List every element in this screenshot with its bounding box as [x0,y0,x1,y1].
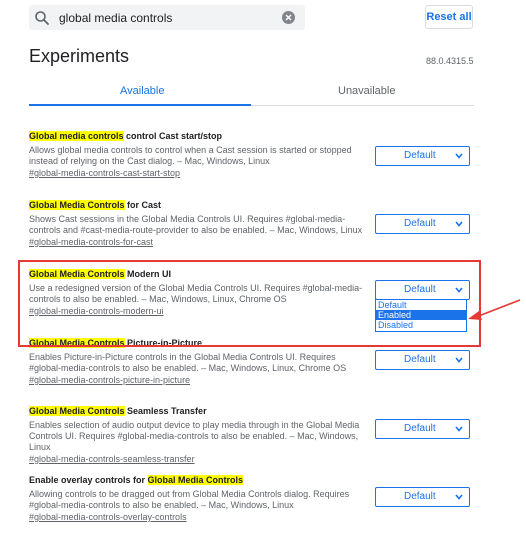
experiment-description: Allows global media controls to control … [29,145,352,166]
experiment-link[interactable]: #global-media-controls-seamless-transfer [29,454,369,465]
annotation-arrow-icon [468,299,521,320]
experiment-seamless-transfer: Global Media Controls Seamless Transfer … [29,406,369,465]
page-title: Experiments [29,46,130,66]
experiment-select-seamless-transfer[interactable]: Default [375,419,470,439]
experiment-description: Enables Picture-in-Picture controls in t… [29,352,347,373]
experiment-select-overlay-controls[interactable]: Default [375,487,470,507]
chevron-down-icon [455,221,463,227]
experiment-description: Enables selection of audio output device… [29,420,360,452]
reset-all-button[interactable]: Reset all [425,5,473,29]
experiment-link[interactable]: #global-media-controls-cast-start-stop [29,168,369,179]
experiment-link[interactable]: #global-media-controls-picture-in-pictur… [29,375,369,386]
chevron-down-icon [455,357,463,363]
experiment-title: Global Media Controls for Cast [29,200,162,210]
experiment-link[interactable]: #global-media-controls-overlay-controls [29,512,369,523]
experiment-description: Allowing controls to be dragged out from… [29,489,350,510]
active-tab-indicator [29,104,251,106]
experiment-title: Global Media Controls Seamless Transfer [29,406,207,416]
version-label: 88.0.4315.5 [426,56,474,66]
tab-available[interactable]: Available [120,85,164,97]
search-box[interactable]: global media controls [29,5,305,30]
experiment-link[interactable]: #global-media-controls-for-cast [29,237,369,248]
experiment-select-cast-start-stop[interactable]: Default [375,146,470,166]
experiment-overlay-controls: Enable overlay controls for Global Media… [29,475,369,523]
experiment-cast-start-stop: Global media controls control Cast start… [29,131,369,179]
experiment-for-cast: Global Media Controls for Cast Shows Cas… [29,200,369,248]
search-input[interactable]: global media controls [59,11,172,25]
chevron-down-icon [455,426,463,432]
experiment-select-picture-in-picture[interactable]: Default [375,350,470,370]
tab-unavailable[interactable]: Unavailable [338,85,395,97]
clear-search-icon[interactable] [282,11,295,24]
experiment-description: Shows Cast sessions in the Global Media … [29,214,363,235]
annotation-highlight-box [18,260,481,347]
chevron-down-icon [455,494,463,500]
chevron-down-icon [455,153,463,159]
experiment-title: Enable overlay controls for Global Media… [29,475,244,485]
experiment-title: Global media controls control Cast start… [29,131,223,141]
top-toolbar: global media controls Reset all [0,0,526,37]
experiment-select-for-cast[interactable]: Default [375,214,470,234]
search-icon [35,11,49,25]
